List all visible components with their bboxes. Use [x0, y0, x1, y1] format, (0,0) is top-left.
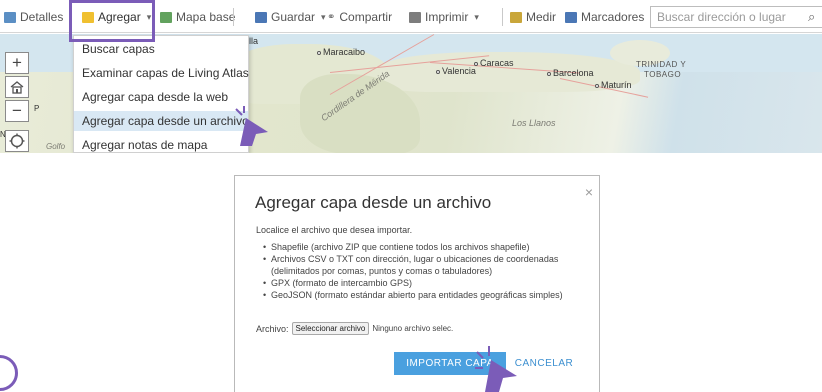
- zoom-in-button[interactable]: +: [5, 52, 29, 74]
- save-icon: [255, 11, 267, 23]
- highlight-frame: [69, 0, 155, 42]
- map-label-trinidad: TRINIDAD Y: [636, 60, 687, 69]
- search-icon[interactable]: ⌕: [808, 9, 815, 25]
- bookmarks-button[interactable]: Marcadores: [565, 9, 644, 25]
- toolbar-divider: [502, 8, 503, 26]
- details-button[interactable]: Detalles: [4, 9, 63, 25]
- map-label-valencia: Valencia: [436, 66, 476, 76]
- home-icon: [10, 81, 24, 94]
- menu-item-add-from-web[interactable]: Agregar capa desde la web: [74, 87, 248, 107]
- print-label: Imprimir: [425, 10, 469, 24]
- list-item: • Archivos CSV o TXT con dirección, lugar…: [263, 254, 559, 276]
- print-icon: [409, 11, 421, 23]
- measure-button[interactable]: Medir: [510, 9, 556, 25]
- add-layer-file-dialog: × Agregar capa desde un archivo Localice…: [234, 175, 600, 392]
- measure-label: Medir: [526, 10, 557, 24]
- share-button[interactable]: ⚭ Compartir: [327, 9, 392, 25]
- choose-file-button[interactable]: Seleccionar archivo: [291, 322, 370, 335]
- dialog-intro: Localice el archivo que desea importar.: [256, 225, 413, 235]
- details-label: Detalles: [20, 10, 64, 24]
- zoom-out-button[interactable]: −: [5, 100, 29, 122]
- bookmarks-label: Marcadores: [581, 10, 645, 24]
- close-icon[interactable]: ×: [585, 184, 593, 200]
- pointer-cursor-icon: [475, 346, 517, 392]
- basemap-button[interactable]: Mapa base: [160, 9, 235, 25]
- basemap-label: Mapa base: [176, 10, 236, 24]
- decorative-circle: [0, 355, 18, 391]
- file-picker-row: Archivo: Seleccionar archivo Ninguno arc…: [256, 322, 453, 335]
- home-button[interactable]: [5, 76, 29, 98]
- cancel-button[interactable]: CANCELAR: [514, 352, 574, 375]
- map-label-caracas: Caracas: [474, 58, 514, 68]
- add-dropdown-menu: Buscar capas Examinar capas de Living At…: [73, 35, 249, 153]
- list-item: • GPX (formato de intercambio GPS): [263, 278, 413, 288]
- share-label: Compartir: [339, 10, 393, 24]
- list-item: • Shapefile (archivo ZIP que contiene tod…: [263, 242, 530, 252]
- dialog-title: Agregar capa desde un archivo: [255, 193, 492, 212]
- menu-item-search-layers[interactable]: Buscar capas: [74, 39, 248, 59]
- search-input[interactable]: Buscar dirección o lugar: [650, 6, 822, 28]
- map-label-p: P: [34, 104, 40, 113]
- file-status: Ninguno archivo selec.: [372, 324, 454, 333]
- locate-button[interactable]: [5, 130, 29, 152]
- chevron-down-icon: ▾: [321, 11, 326, 22]
- menu-item-map-notes[interactable]: Agregar notas de mapa: [74, 135, 248, 153]
- map-label-llanos: Los Llanos: [512, 118, 556, 128]
- share-icon: ⚭: [327, 11, 336, 23]
- list-item: • GeoJSON (formato estándar abierto para …: [263, 290, 563, 300]
- toolbar-divider: [233, 8, 234, 26]
- screenshot-root: nquilla Maracaibo Caracas Valencia Barce…: [0, 0, 822, 392]
- bookmark-icon: [565, 11, 577, 23]
- menu-item-living-atlas[interactable]: Examinar capas de Living Atlas: [74, 63, 249, 83]
- map-label-barcelona: Barcelona: [547, 68, 594, 78]
- ruler-icon: [510, 11, 522, 23]
- map-label-maturin: Maturín: [595, 80, 632, 90]
- map-label-tobago: TOBAGO: [644, 70, 682, 79]
- map-label-maracaibo: Maracaibo: [317, 47, 365, 57]
- pointer-cursor-icon: [235, 106, 268, 146]
- supported-formats-list: • Shapefile (archivo ZIP que contiene tod…: [263, 241, 597, 301]
- menu-item-add-from-file[interactable]: Agregar capa desde un archivo: [74, 111, 249, 131]
- map-viewer-panel: nquilla Maracaibo Caracas Valencia Barce…: [0, 0, 822, 153]
- file-label: Archivo:: [256, 323, 289, 334]
- details-icon: [4, 11, 16, 23]
- locate-icon: [9, 133, 25, 149]
- map-label-golfo: Golfo: [46, 142, 66, 151]
- save-label: Guardar: [271, 10, 316, 24]
- save-button[interactable]: Guardar ▾: [255, 9, 326, 25]
- chevron-down-icon: ▾: [474, 11, 479, 22]
- print-button[interactable]: Imprimir ▾: [409, 9, 479, 25]
- basemap-grid-icon: [160, 11, 172, 23]
